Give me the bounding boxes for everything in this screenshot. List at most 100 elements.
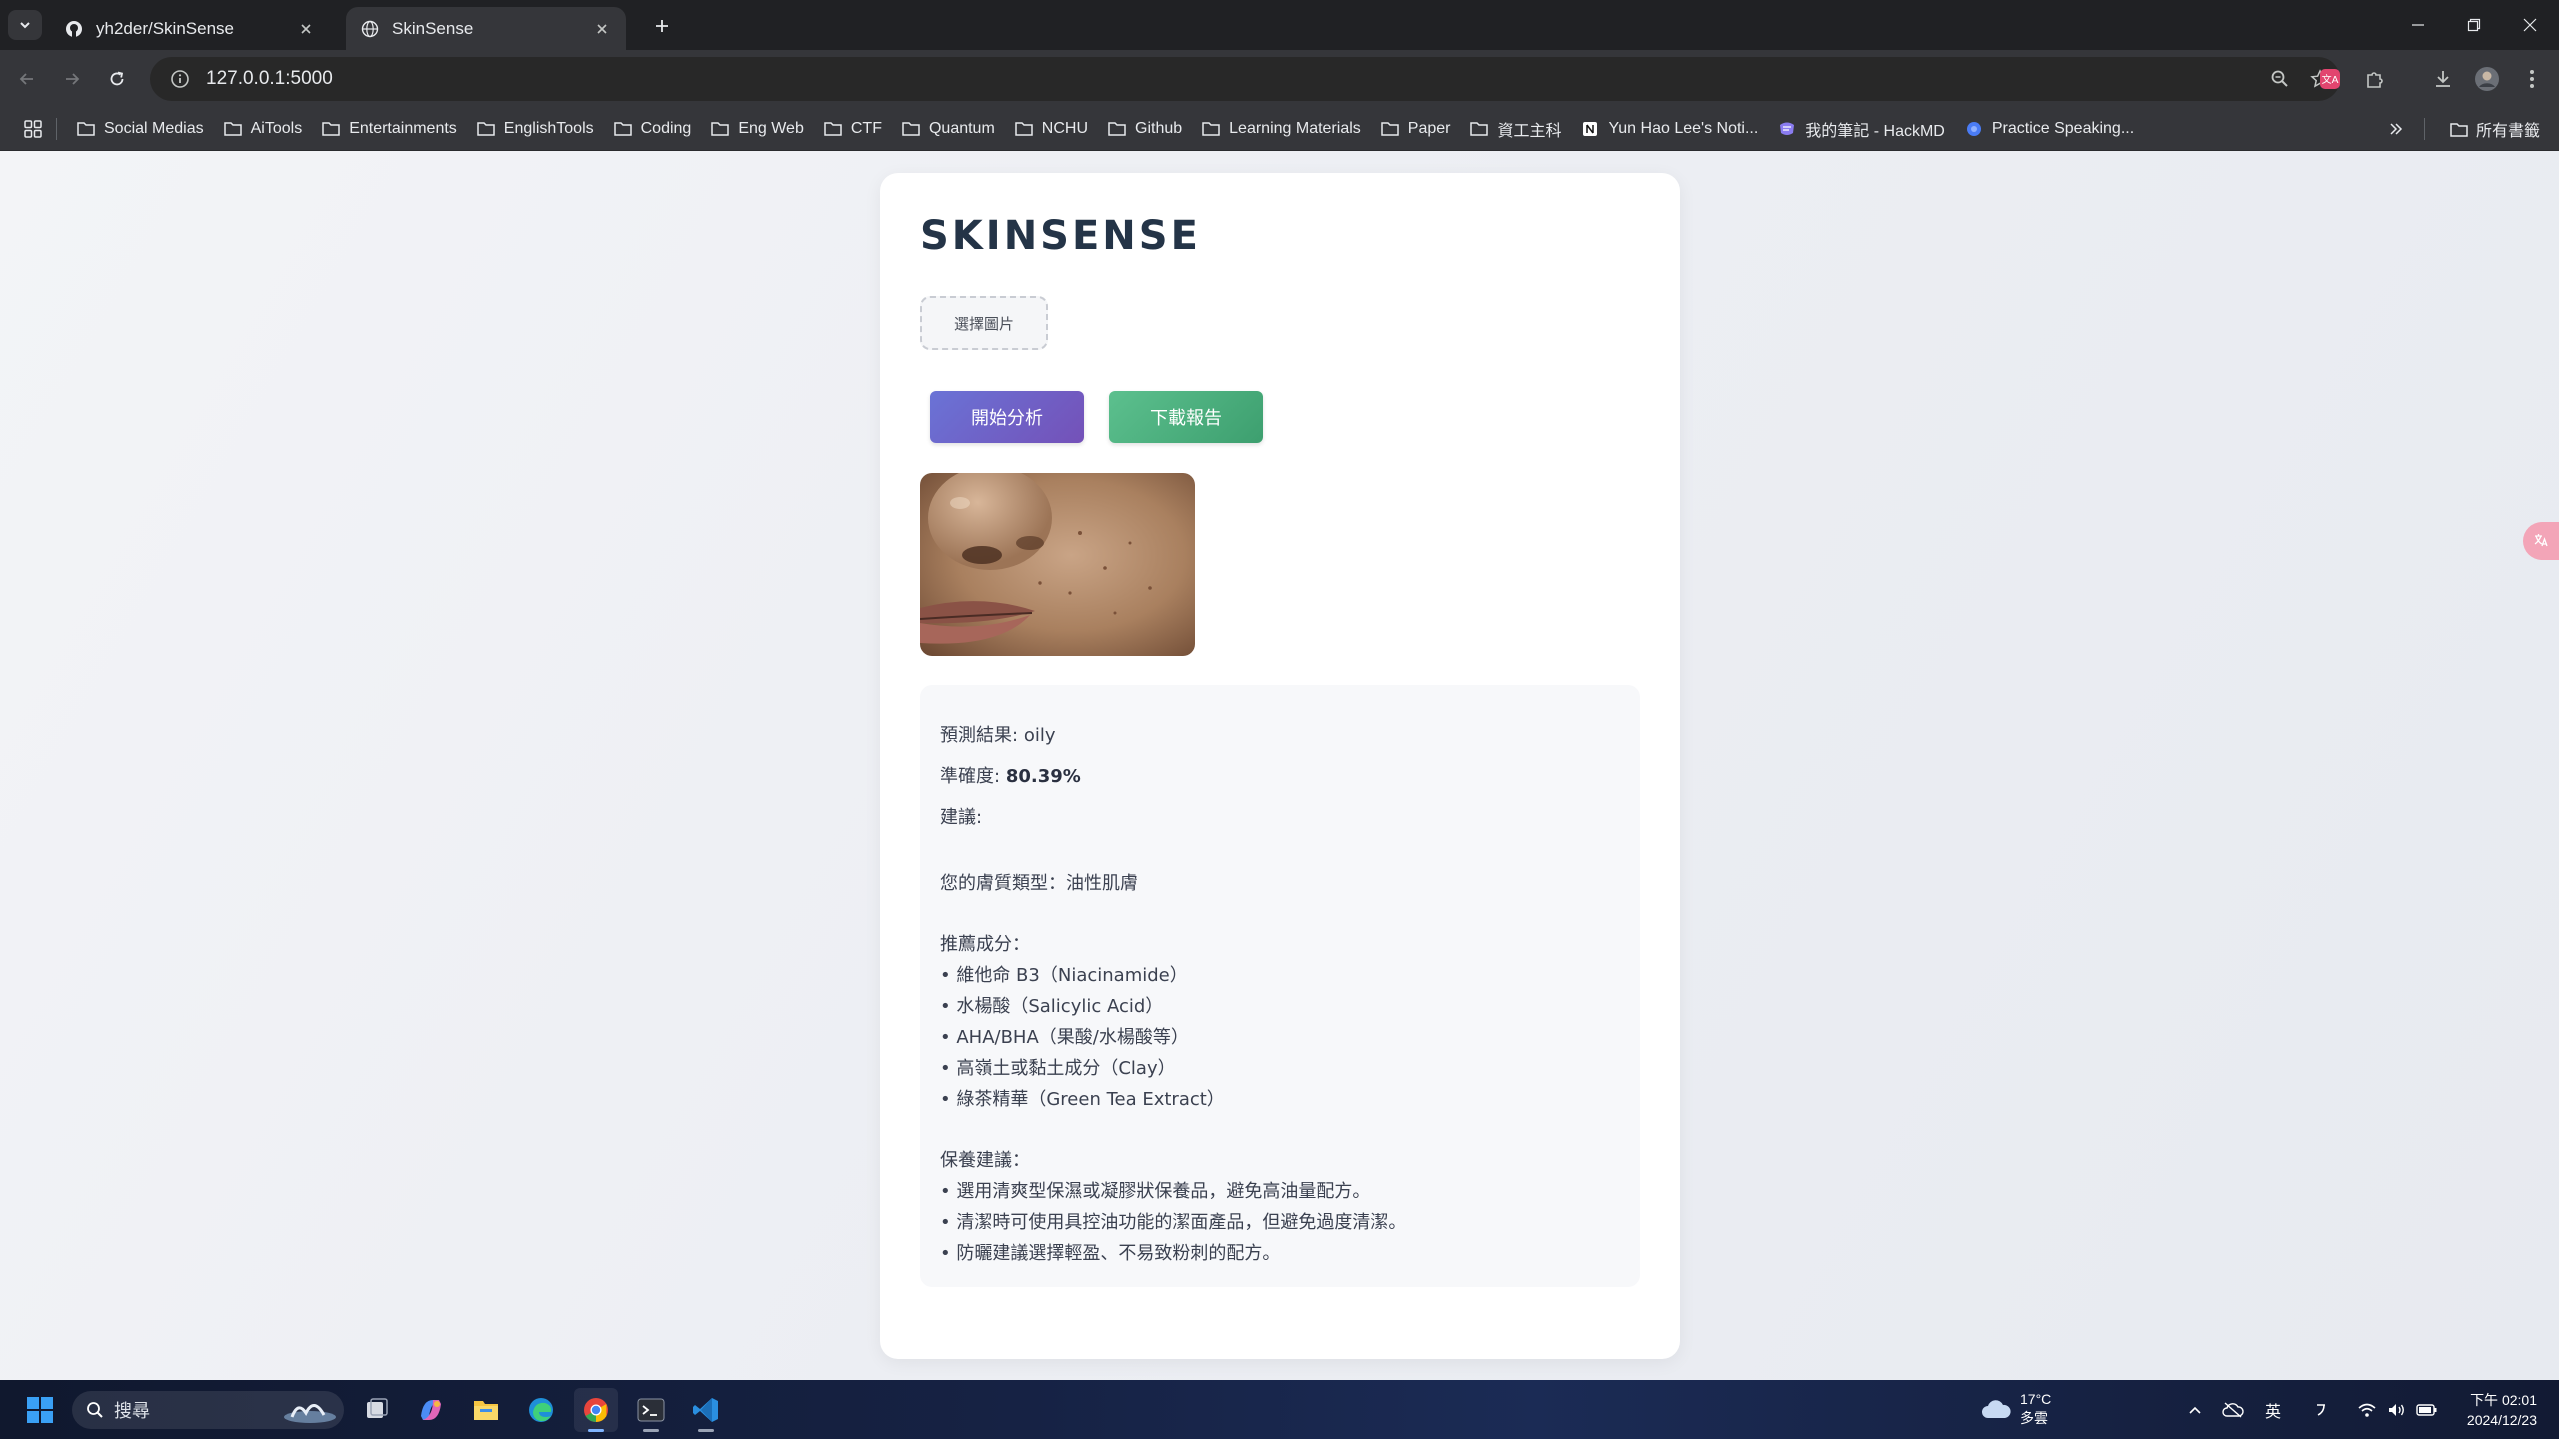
chrome-icon[interactable]: [574, 1388, 618, 1432]
all-bookmarks-folder[interactable]: 所有書籤: [2450, 113, 2540, 145]
downloads-icon[interactable]: [2426, 62, 2460, 96]
ime-toggle-icon[interactable]: [2306, 1380, 2336, 1439]
choose-image-button[interactable]: 選擇圖片: [920, 296, 1048, 350]
all-bookmarks-label: 所有書籤: [2476, 123, 2541, 140]
uploaded-face-image: [920, 473, 1195, 656]
start-analysis-button[interactable]: 開始分析: [930, 391, 1084, 443]
windows-logo-icon: [27, 1397, 53, 1423]
restore-icon: [2467, 18, 2481, 32]
volume-icon[interactable]: [2382, 1380, 2412, 1439]
search-placeholder: 搜尋: [114, 1401, 150, 1421]
bookmark-label: 資工主科: [1497, 122, 1562, 140]
bookmark-item[interactable]: CTF: [816, 113, 890, 145]
skin-type-line: 您的膚質類型：油性肌膚: [940, 873, 1138, 894]
url-text[interactable]: 127.0.0.1:5000: [206, 68, 2260, 90]
bookmark-item[interactable]: Practice Speaking...: [1957, 113, 2142, 145]
bookmark-label: 我的筆記 - HackMD: [1805, 122, 1945, 140]
restore-button[interactable]: [2446, 0, 2502, 50]
close-tab-icon[interactable]: [296, 19, 316, 39]
copilot-icon[interactable]: [409, 1388, 453, 1432]
weather-widget[interactable]: 17°C 多雲: [1980, 1390, 2051, 1428]
advice-label: 建議:: [940, 807, 983, 828]
bookmark-item[interactable]: Yun Hao Lee's Noti...: [1573, 113, 1766, 145]
ingredients-heading: 推薦成分：: [940, 934, 1030, 955]
tab-title: SkinSense: [392, 18, 474, 38]
menu-icon[interactable]: [2515, 62, 2549, 96]
app-brand-title: SKINSENSE: [920, 213, 1201, 259]
bookmark-item[interactable]: 我的筆記 - HackMD: [1770, 113, 1953, 145]
terminal-icon[interactable]: [629, 1388, 673, 1432]
bookmark-item[interactable]: EnglishTools: [469, 113, 602, 145]
bookmark-item[interactable]: Entertainments: [314, 113, 465, 145]
page-viewport: SKINSENSE 選擇圖片 開始分析 下載報告 預測結果: oily 準確度:…: [0, 151, 2559, 1380]
zoom-icon[interactable]: [2260, 62, 2300, 96]
bookmark-label: NCHU: [1041, 119, 1088, 137]
bookmark-label: Paper: [1407, 119, 1451, 137]
address-bar[interactable]: 127.0.0.1:5000: [150, 57, 2340, 101]
more-bookmarks-button[interactable]: [2388, 113, 2404, 145]
new-tab-button[interactable]: [648, 12, 676, 40]
close-tab-icon[interactable]: [592, 19, 612, 39]
close-window-button[interactable]: [2502, 0, 2558, 50]
tray-overflow-icon[interactable]: [2180, 1380, 2210, 1439]
bookmark-item[interactable]: Learning Materials: [1194, 113, 1369, 145]
task-view-icon[interactable]: [355, 1388, 399, 1432]
file-explorer-icon[interactable]: [464, 1388, 508, 1432]
folder-icon: [477, 121, 495, 137]
bookmark-item[interactable]: Social Medias: [69, 113, 212, 145]
bookmark-item[interactable]: Paper: [1373, 113, 1459, 145]
taskbar-search-box[interactable]: 搜尋: [72, 1391, 344, 1429]
double-chevron-right-icon: [2390, 123, 2403, 135]
site-info-icon[interactable]: [168, 67, 192, 91]
folder-icon: [1202, 121, 1220, 137]
bookmark-item[interactable]: Github: [1100, 113, 1190, 145]
extensions-icon[interactable]: [2358, 62, 2392, 96]
onedrive-offline-icon[interactable]: [2218, 1380, 2248, 1439]
battery-icon[interactable]: [2412, 1380, 2442, 1439]
apps-button[interactable]: [18, 113, 48, 145]
vscode-icon[interactable]: [684, 1388, 728, 1432]
bookmark-item[interactable]: Eng Web: [703, 113, 812, 145]
bookmark-item[interactable]: NCHU: [1007, 113, 1096, 145]
bookmark-item[interactable]: Coding: [606, 113, 700, 145]
bookmark-label: AiTools: [250, 119, 303, 137]
bookmark-label: Entertainments: [349, 119, 457, 137]
wifi-icon[interactable]: [2352, 1380, 2382, 1439]
bookmark-label: Github: [1135, 119, 1183, 137]
cloud-icon: [1980, 1398, 2012, 1420]
translate-extension-icon[interactable]: 文A: [2313, 62, 2347, 96]
edge-icon[interactable]: [519, 1388, 563, 1432]
download-report-button[interactable]: 下載報告: [1109, 391, 1263, 443]
ingredient-item: • AHA/BHA（果酸/水楊酸等）: [940, 1027, 1189, 1048]
translate-sidebar-toggle[interactable]: [2523, 522, 2559, 560]
ime-mode-indicator[interactable]: 英: [2258, 1380, 2288, 1439]
tab-search-button[interactable]: [8, 10, 42, 40]
arrow-right-icon: [66, 73, 80, 85]
system-clock[interactable]: 下午 02:01 2024/12/23: [2467, 1390, 2537, 1430]
bookmark-item[interactable]: Quantum: [894, 113, 1003, 145]
minimize-button[interactable]: [2390, 0, 2446, 50]
tab-github[interactable]: yh2der/SkinSense: [50, 7, 330, 50]
active-indicator: [588, 1429, 604, 1432]
back-button[interactable]: [10, 62, 44, 96]
care-heading: 保養建議：: [940, 1150, 1030, 1171]
folder-icon: [1015, 121, 1033, 137]
bookmark-item[interactable]: 資工主科: [1462, 113, 1569, 145]
profile-avatar[interactable]: [2470, 62, 2504, 96]
bookmarks-bar: Social Medias AiTools Entertainments Englis…: [0, 107, 2559, 151]
close-icon: [2523, 18, 2537, 32]
search-highlight-icon: [278, 1393, 338, 1427]
folder-icon: [223, 121, 242, 137]
folder-icon: [824, 121, 842, 137]
bookmark-label: EnglishTools: [503, 119, 594, 137]
forward-button[interactable]: [55, 62, 89, 96]
folder-icon: [77, 121, 95, 137]
start-button[interactable]: [18, 1388, 62, 1432]
reload-button[interactable]: [100, 62, 134, 96]
svg-text:文A: 文A: [2322, 73, 2339, 86]
tab-skinsense[interactable]: SkinSense: [346, 7, 626, 50]
apps-grid-icon: [24, 119, 42, 138]
bookmark-item[interactable]: AiTools: [216, 113, 311, 145]
